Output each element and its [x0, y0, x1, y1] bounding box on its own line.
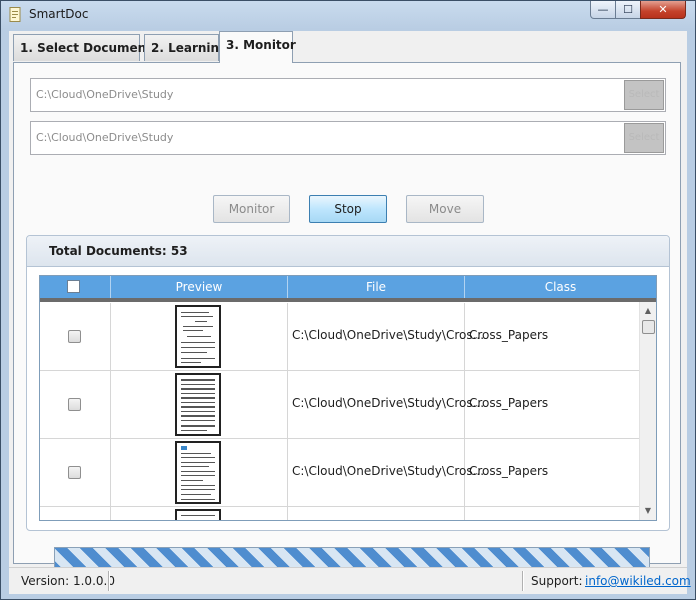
source-select-button[interactable]: Select [624, 80, 664, 110]
minimize-button[interactable]: — [590, 1, 616, 19]
stop-button[interactable]: Stop [309, 195, 387, 223]
maximize-icon: ☐ [623, 3, 633, 16]
total-documents-label: Total Documents: 53 [49, 244, 188, 258]
scroll-down-icon[interactable]: ▼ [640, 504, 656, 518]
app-window: SmartDoc — ☐ ✕ 1. Select Documents 2. Le… [0, 0, 696, 600]
status-separator [522, 571, 524, 591]
close-button[interactable]: ✕ [640, 1, 686, 19]
preview-cell [111, 507, 288, 520]
row-checkbox[interactable] [68, 330, 81, 343]
tab-monitor[interactable]: 3. Monitor [219, 31, 296, 63]
column-header-preview[interactable]: Preview [111, 276, 288, 298]
scroll-up-icon[interactable]: ▲ [640, 304, 656, 318]
support-label: Support: [531, 574, 583, 588]
target-path-text: C:\Cloud\OneDrive\Study [36, 131, 174, 144]
class-text: Cross_Papers [469, 464, 549, 478]
status-bar: Version: 1.0.0.0 Support: info@wikiled.c… [9, 567, 691, 594]
row-checkbox[interactable] [68, 398, 81, 411]
client-area: 1. Select Documents 2. Learning 3. Monit… [9, 31, 691, 594]
file-cell: C:\Cloud\OneDrive\Study\Cros... [288, 303, 484, 370]
documents-grid: Preview File Class C:\Cloud\OneDrive\Stu… [39, 275, 657, 521]
document-icon [9, 7, 21, 22]
preview-cell [111, 303, 288, 370]
tab-select-documents[interactable]: 1. Select Documents [13, 34, 159, 61]
header-select-all-cell [40, 276, 111, 298]
class-cell: Cross_Papers [465, 439, 640, 506]
grid-vertical-scrollbar[interactable]: ▲ ▼ [639, 302, 656, 520]
source-path-text: C:\Cloud\OneDrive\Study [36, 88, 174, 101]
target-path-field[interactable]: C:\Cloud\OneDrive\Study Select [30, 121, 666, 155]
grid-header: Preview File Class [40, 276, 656, 298]
class-text: Cross_Papers [469, 396, 549, 410]
class-text: Cross_Papers [469, 328, 549, 342]
table-row[interactable] [40, 507, 640, 520]
source-path-field[interactable]: C:\Cloud\OneDrive\Study Select [30, 78, 666, 112]
preview-cell [111, 439, 288, 506]
document-thumbnail[interactable] [175, 441, 221, 504]
documents-group-header: Total Documents: 53 [27, 236, 669, 267]
window-title: SmartDoc [29, 7, 89, 21]
row-checkbox[interactable] [68, 466, 81, 479]
tab-learning[interactable]: 2. Learning [144, 34, 228, 61]
close-icon: ✕ [658, 3, 668, 16]
move-button[interactable]: Move [406, 195, 484, 223]
version-label: Version: 1.0.0.0 [21, 574, 115, 588]
status-separator [108, 571, 110, 591]
class-cell: Cross_Papers [465, 303, 640, 370]
table-row[interactable]: C:\Cloud\OneDrive\Study\Cros... Cross_Pa… [40, 303, 640, 371]
header-divider [40, 298, 656, 302]
file-cell: C:\Cloud\OneDrive\Study\Cros... [288, 439, 484, 506]
table-row[interactable]: C:\Cloud\OneDrive\Study\Cros... Cross_Pa… [40, 439, 640, 507]
select-cell [40, 303, 111, 370]
table-row[interactable]: C:\Cloud\OneDrive\Study\Cros... Cross_Pa… [40, 371, 640, 439]
scroll-thumb[interactable] [642, 320, 655, 334]
select-all-checkbox[interactable] [67, 280, 80, 293]
minimize-icon: — [597, 3, 609, 16]
file-path-text: C:\Cloud\OneDrive\Study\Cros... [292, 464, 485, 478]
documents-group: Total Documents: 53 Preview File Class C… [26, 235, 670, 531]
select-cell [40, 371, 111, 438]
file-cell: C:\Cloud\OneDrive\Study\Cros... [288, 371, 484, 438]
monitor-panel: C:\Cloud\OneDrive\Study Select C:\Cloud\… [13, 62, 681, 575]
file-path-text: C:\Cloud\OneDrive\Study\Cros... [292, 328, 485, 342]
support-email-link[interactable]: info@wikiled.com [585, 574, 691, 588]
title-bar[interactable]: SmartDoc — ☐ ✕ [1, 1, 695, 29]
document-thumbnail[interactable] [175, 373, 221, 436]
select-cell [40, 439, 111, 506]
class-cell: Cross_Papers [465, 371, 640, 438]
document-thumbnail[interactable] [175, 305, 221, 368]
maximize-button[interactable]: ☐ [615, 1, 641, 19]
class-cell [465, 507, 640, 520]
file-cell [288, 507, 465, 520]
preview-cell [111, 371, 288, 438]
column-header-file[interactable]: File [288, 276, 465, 298]
target-select-button[interactable]: Select [624, 123, 664, 153]
file-path-text: C:\Cloud\OneDrive\Study\Cros... [292, 396, 485, 410]
select-cell [40, 507, 111, 520]
document-thumbnail[interactable] [175, 509, 221, 520]
column-header-class[interactable]: Class [465, 276, 656, 298]
monitor-button[interactable]: Monitor [213, 195, 290, 223]
